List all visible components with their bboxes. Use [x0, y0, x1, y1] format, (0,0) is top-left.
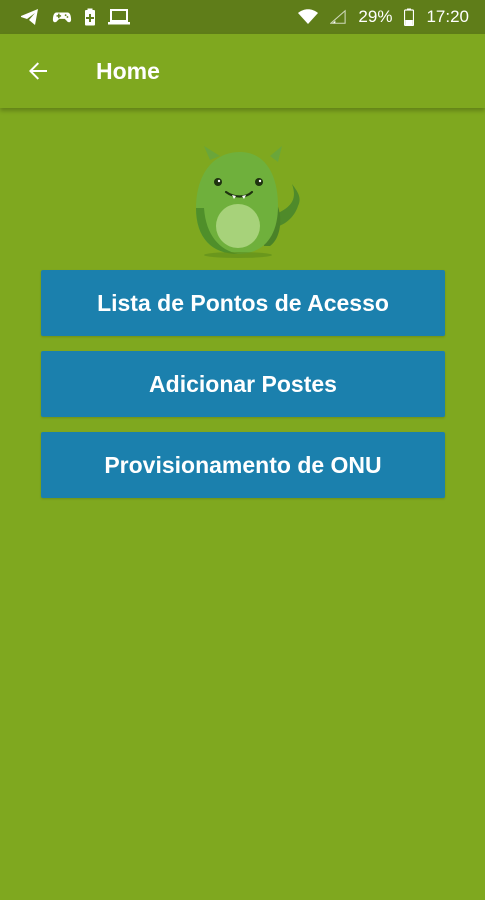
status-bar-right: 29% 17:20: [298, 7, 469, 27]
battery-percent: 29%: [358, 7, 393, 26]
access-points-list-button[interactable]: Lista de Pontos de Acesso: [41, 270, 445, 336]
menu-list: Lista de Pontos de Acesso Adicionar Post…: [41, 270, 445, 513]
gamepad-icon: [52, 12, 72, 23]
clock: 17:20: [426, 7, 469, 26]
app-bar: Home: [0, 34, 485, 108]
wifi-icon: [298, 9, 319, 24]
status-bar-left: [20, 8, 130, 26]
telegram-icon: [21, 9, 38, 25]
page-title: Home: [96, 57, 160, 84]
add-poles-button[interactable]: Adicionar Postes: [41, 351, 445, 417]
laptop-icon: [108, 9, 130, 25]
mascot-logo: [196, 146, 300, 258]
arrow-back-icon: [29, 62, 47, 80]
battery-saver-icon: [85, 8, 95, 26]
signal-icon: [330, 9, 347, 24]
battery-icon: [404, 8, 415, 26]
onu-provisioning-button[interactable]: Provisionamento de ONU: [41, 432, 445, 498]
back-button[interactable]: [18, 51, 58, 91]
status-bar: 29% 17:20: [0, 0, 485, 34]
